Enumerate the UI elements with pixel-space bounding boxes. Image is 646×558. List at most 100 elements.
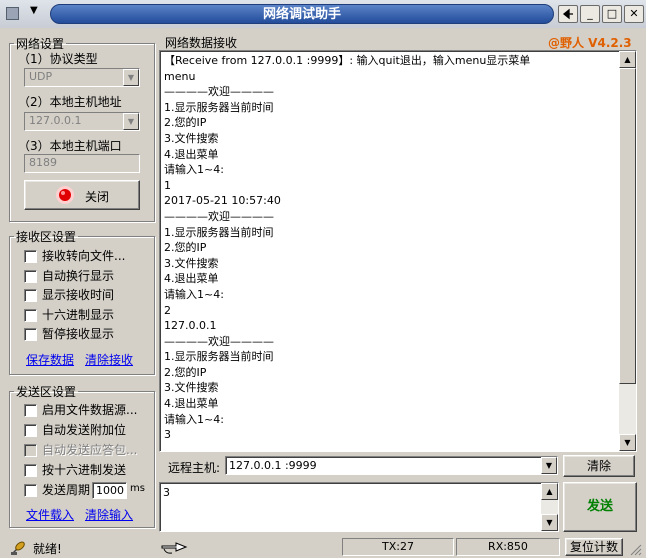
checkbox[interactable] (24, 269, 37, 283)
receive-option-autowrap[interactable]: 自动换行显示 (12, 268, 152, 286)
pin-button[interactable] (558, 5, 578, 23)
checkbox[interactable] (24, 484, 37, 497)
scroll-up-icon[interactable]: ▲ (541, 483, 558, 500)
remote-host-value: 127.0.0.1 :9999 (229, 459, 317, 472)
chevron-down-icon[interactable]: ▼ (123, 113, 139, 130)
receive-scrollbar[interactable]: ▲ ▼ (619, 51, 636, 451)
rx-counter: RX:850 (456, 538, 560, 556)
host-label: （2）本地主机地址 (18, 95, 122, 109)
receive-line: 127.0.0.1 (164, 319, 217, 333)
receive-line: 1.显示服务器当前时间 (164, 100, 274, 114)
receive-line: 请输入1~4: (164, 287, 224, 301)
send-option-append-bit[interactable]: 自动发送附加位 (12, 422, 152, 440)
checkbox-label: 自动换行显示 (42, 268, 115, 283)
receive-line: 2.您的IP (164, 116, 207, 130)
clear-receive-link[interactable]: 清除接收 (85, 351, 133, 368)
receive-line: 2.您的IP (164, 241, 207, 255)
clear-input-link[interactable]: 清除输入 (85, 506, 133, 523)
receive-line: menu (164, 69, 196, 83)
receive-line: ————欢迎———— (164, 85, 274, 99)
host-value: 127.0.0.1 (29, 114, 82, 127)
protocol-label: （1）协议类型 (18, 52, 98, 66)
reset-counter-button[interactable]: 复位计数 (565, 538, 623, 556)
checkbox (24, 444, 37, 457)
receive-line: 1 (164, 178, 171, 192)
load-file-link[interactable]: 文件载入 (26, 506, 74, 523)
send-option-file-source[interactable]: 启用文件数据源... (12, 402, 152, 420)
resize-grip-icon[interactable] (630, 544, 642, 556)
receive-line: ————欢迎———— (164, 334, 274, 348)
clear-remote-button[interactable]: 清除 (563, 455, 635, 477)
receive-line: 【Receive from 127.0.0.1 :9999】: 输入quit退出… (164, 54, 531, 67)
protocol-value: UDP (29, 70, 53, 83)
scroll-down-icon[interactable]: ▼ (541, 514, 558, 531)
receive-line: 3.文件搜索 (164, 256, 219, 270)
app-window: ▼ 网络调试助手 _ □ ✕ 网络设置 （1）协议类型 UDP ▼ （2）本地主… (0, 0, 646, 558)
close-connection-button[interactable]: 关闭 (24, 180, 140, 210)
checkbox-label: 发送周期 (42, 483, 91, 497)
checkbox[interactable] (24, 424, 37, 437)
status-light-icon (56, 186, 74, 204)
checkbox-label: 启用文件数据源... (42, 403, 138, 417)
remote-host-select[interactable]: 127.0.0.1 :9999 ▼ (225, 456, 558, 475)
app-icon (6, 7, 19, 20)
checkbox[interactable] (24, 464, 37, 477)
period-unit: ms (130, 483, 145, 494)
send-textarea[interactable]: 3 ▲ ▼ (159, 482, 559, 532)
protocol-select[interactable]: UDP ▼ (24, 68, 140, 87)
receive-option-show-time[interactable]: 显示接收时间 (12, 287, 152, 305)
receive-settings-legend: 接收区设置 (16, 230, 77, 244)
send-text: 3 (163, 486, 170, 499)
checkbox[interactable] (24, 250, 37, 263)
chevron-down-icon[interactable]: ▼ (541, 457, 557, 474)
remote-host-label: 远程主机: (168, 461, 221, 475)
send-scrollbar[interactable]: ▲ ▼ (541, 483, 558, 531)
title-bar[interactable]: ▼ 网络调试助手 _ □ ✕ (0, 0, 646, 28)
satellite-icon (11, 541, 25, 555)
send-option-auto-reply: 自动发送应答包... (12, 442, 152, 460)
checkbox[interactable] (24, 328, 37, 341)
receive-line: 请输入1~4: (164, 163, 224, 177)
period-input[interactable]: 1000 (92, 482, 127, 499)
chevron-down-icon: ▼ (30, 5, 38, 16)
send-settings-legend: 发送区设置 (16, 385, 77, 399)
receive-line: ————欢迎———— (164, 209, 274, 223)
pointing-hand-icon (161, 542, 188, 554)
receive-line: 3 (164, 428, 171, 442)
system-menu[interactable]: ▼ (4, 5, 46, 23)
send-button[interactable]: 发送 (563, 482, 637, 532)
checkbox[interactable] (24, 289, 37, 302)
port-value: 8189 (29, 156, 57, 169)
scroll-down-icon[interactable]: ▼ (619, 434, 636, 451)
receive-line: 2 (164, 303, 171, 317)
checkbox-label: 暂停接收显示 (42, 327, 115, 341)
window-title: 网络调试助手 (50, 4, 554, 24)
minimize-button[interactable]: _ (580, 5, 600, 23)
tx-counter: TX:27 (342, 538, 454, 556)
chevron-down-icon[interactable]: ▼ (123, 69, 139, 86)
receive-line: 3.文件搜索 (164, 381, 219, 395)
checkbox[interactable] (24, 308, 37, 322)
receive-lines: 【Receive from 127.0.0.1 :9999】: 输入quit退出… (164, 53, 614, 443)
port-field[interactable]: 8189 (24, 154, 140, 173)
close-window-button[interactable]: ✕ (624, 5, 644, 23)
receive-option-pause[interactable]: 暂停接收显示 (12, 326, 152, 344)
send-option-hex[interactable]: 按十六进制发送 (12, 462, 152, 480)
scroll-up-icon[interactable]: ▲ (619, 51, 636, 68)
checkbox[interactable] (24, 404, 37, 417)
receive-line: 4.退出菜单 (164, 272, 219, 286)
receive-option-hex[interactable]: 十六进制显示 (12, 307, 152, 325)
checkbox-label: 显示接收时间 (42, 288, 115, 302)
receive-option-redirect[interactable]: 接收转向文件... (12, 248, 152, 266)
save-data-link[interactable]: 保存数据 (26, 351, 74, 368)
status-bar: 就绪! TX:27 RX:850 复位计数 (0, 536, 646, 558)
receive-line: 请输入1~4: (164, 412, 224, 426)
receive-textarea[interactable]: 【Receive from 127.0.0.1 :9999】: 输入quit退出… (159, 50, 637, 452)
receive-line: 3.文件搜索 (164, 131, 219, 145)
host-select[interactable]: 127.0.0.1 ▼ (24, 112, 140, 131)
checkbox-label: 按十六进制发送 (42, 463, 127, 477)
version-label: @野人 V4.2.3 (548, 36, 632, 50)
scroll-thumb[interactable] (619, 68, 636, 384)
receive-area-label: 网络数据接收 (165, 36, 238, 50)
maximize-button[interactable]: □ (602, 5, 622, 23)
